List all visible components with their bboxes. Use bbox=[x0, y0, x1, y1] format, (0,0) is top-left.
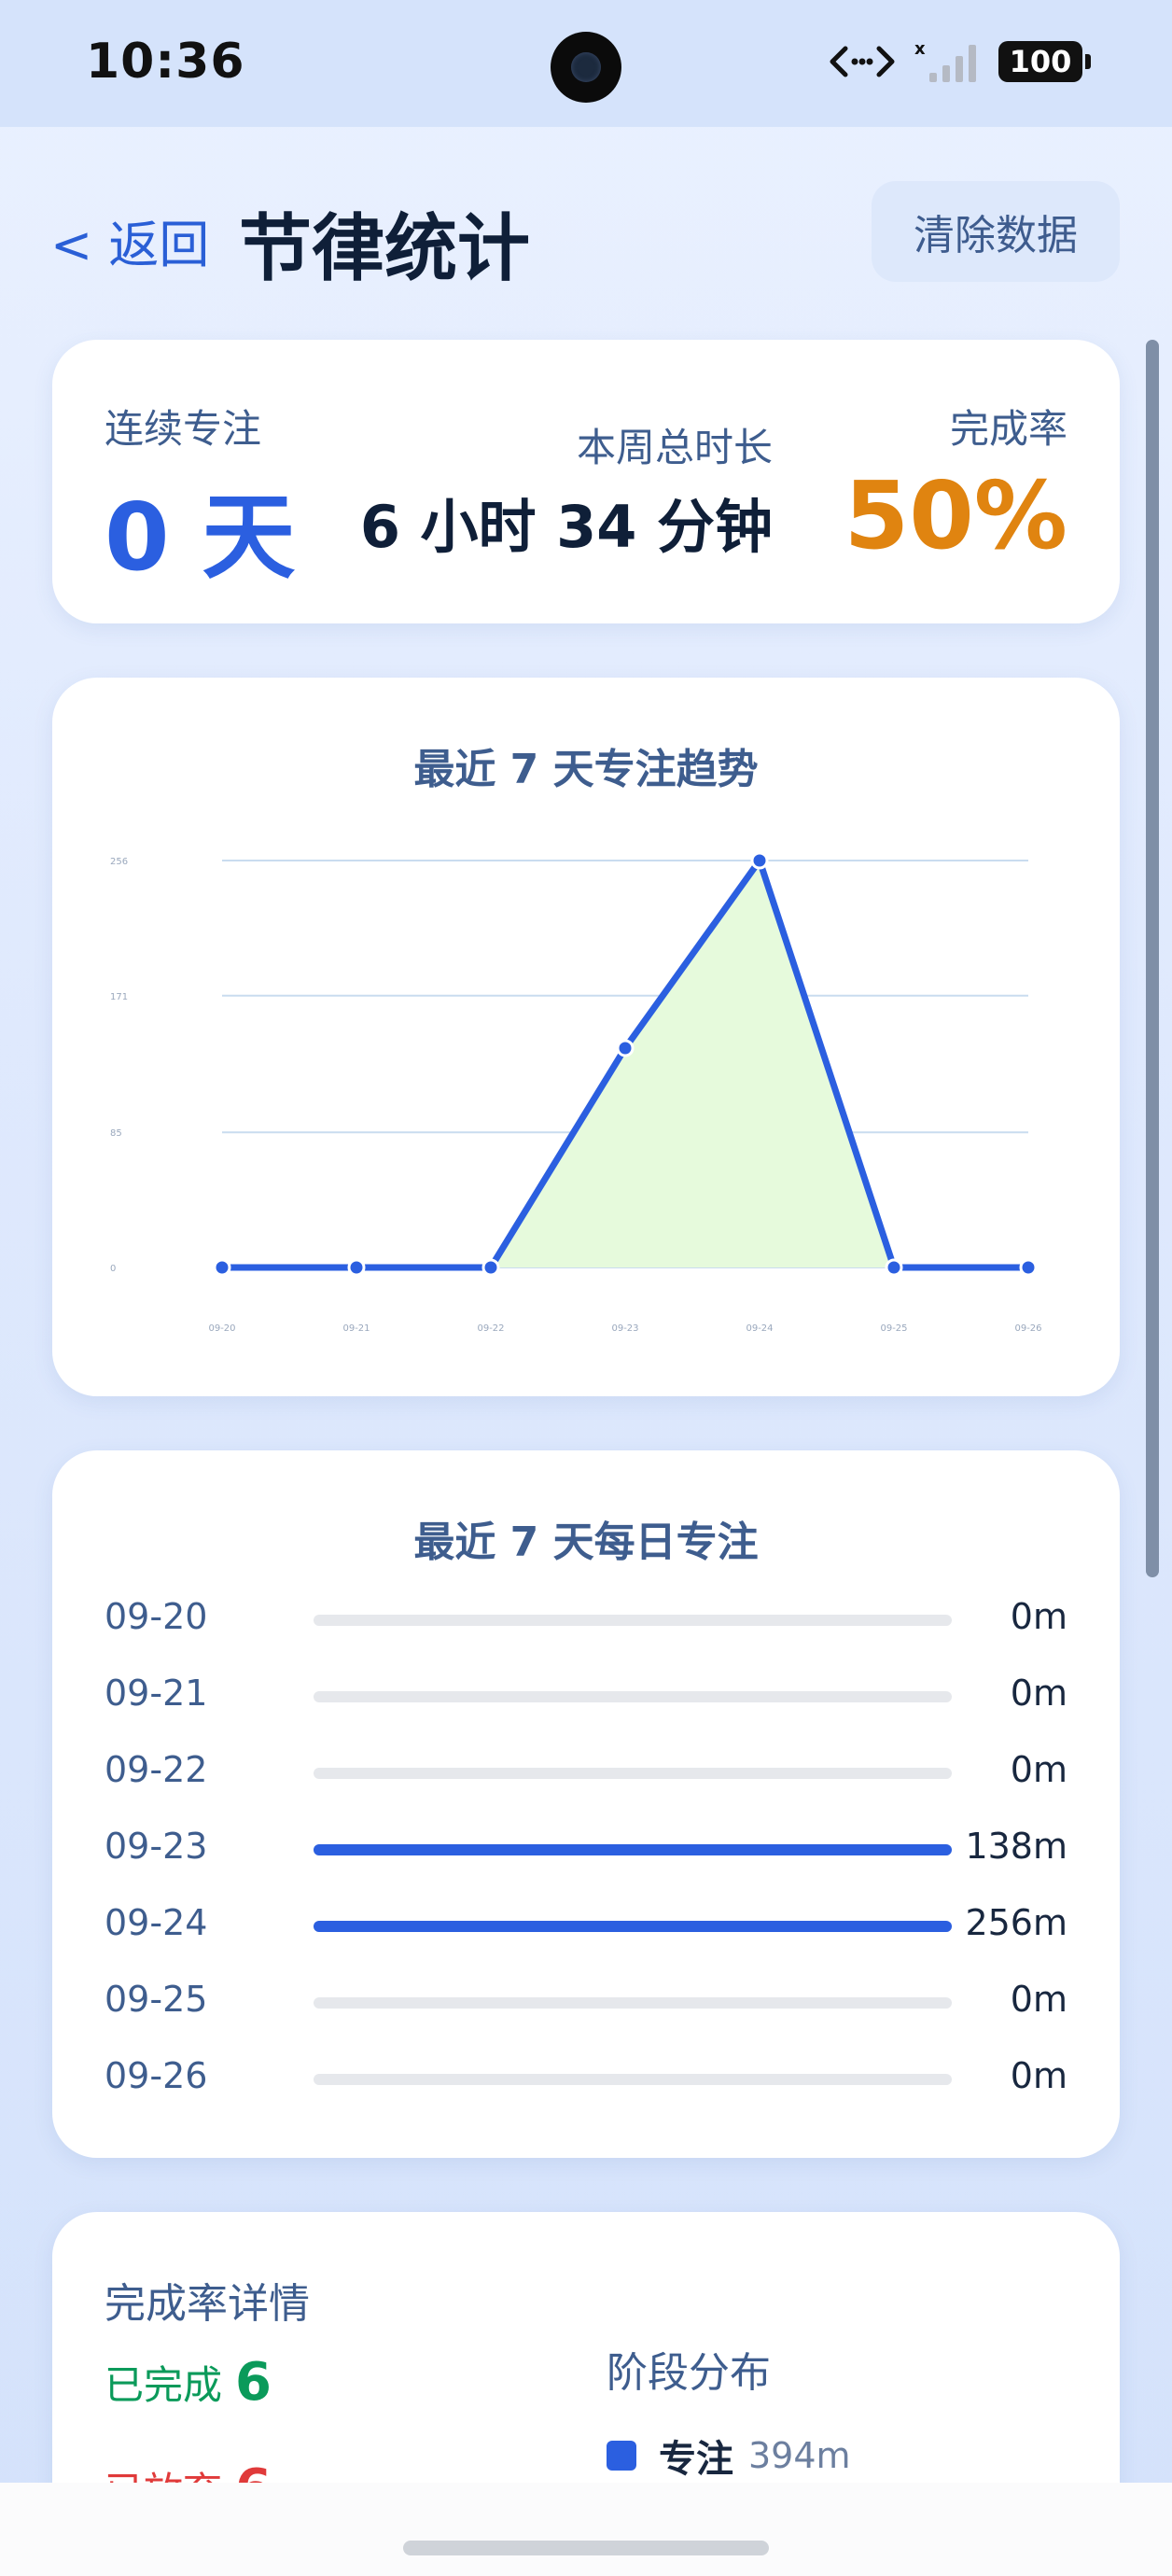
daily-value: 0m bbox=[1010, 1596, 1067, 1637]
daily-date: 09-26 bbox=[105, 2055, 208, 2096]
daily-value: 0m bbox=[1010, 1979, 1067, 2020]
daily-bar-track bbox=[314, 1768, 952, 1779]
y-tick-label: 0 bbox=[110, 1264, 116, 1274]
daily-date: 09-24 bbox=[105, 1902, 208, 1943]
data-point bbox=[885, 1258, 903, 1277]
daily-bar-fill bbox=[314, 1844, 952, 1855]
daily-value: 0m bbox=[1010, 2055, 1067, 2096]
data-point bbox=[1019, 1258, 1038, 1277]
daily-row: 09-21 0m bbox=[105, 1667, 1067, 1723]
daily-row: 09-26 0m bbox=[105, 2050, 1067, 2106]
daily-row: 09-24 256m bbox=[105, 1897, 1067, 1953]
x-tick-label: 09-26 bbox=[1014, 1323, 1041, 1334]
daily-date: 09-23 bbox=[105, 1826, 208, 1867]
completion-detail-title: 完成率详情 bbox=[105, 2280, 310, 2328]
status-bar: 10:36 x 100 bbox=[0, 0, 1172, 127]
completed-label: 已完成 bbox=[105, 2362, 223, 2408]
scrollbar[interactable] bbox=[1146, 340, 1159, 1577]
completion-rate-value: 50% bbox=[844, 461, 1067, 570]
daily-row: 09-25 0m bbox=[105, 1973, 1067, 2029]
daily-row: 09-20 0m bbox=[105, 1590, 1067, 1646]
page-title: 节律统计 bbox=[239, 207, 531, 291]
daily-bar-track bbox=[314, 1844, 952, 1855]
phase-name: 专注 bbox=[659, 2438, 733, 2481]
phase-legend-item: 专注 394m bbox=[607, 2429, 851, 2483]
daily-date: 09-21 bbox=[105, 1673, 208, 1714]
x-tick-label: 09-22 bbox=[477, 1323, 504, 1334]
daily-value: 138m bbox=[965, 1826, 1067, 1867]
area-fill bbox=[491, 861, 894, 1267]
y-tick-label: 256 bbox=[110, 857, 128, 867]
daily-focus-card: 最近 7 天每日专注 09-20 0m 09-21 0m 09-22 0m 09-23 138… bbox=[52, 1450, 1120, 2158]
y-tick-label: 85 bbox=[110, 1128, 122, 1139]
daily-bar-track bbox=[314, 1997, 952, 2009]
data-point bbox=[213, 1258, 231, 1277]
daily-date: 09-22 bbox=[105, 1749, 208, 1790]
daily-row: 09-22 0m bbox=[105, 1743, 1067, 1799]
navigation-bar bbox=[0, 2483, 1172, 2576]
battery-level: 100 bbox=[1009, 44, 1072, 79]
daily-focus-title: 最近 7 天每日专注 bbox=[413, 1519, 759, 1566]
status-icons: x 100 bbox=[829, 37, 1091, 86]
daily-bar-fill bbox=[314, 1921, 952, 1932]
daily-bar-track bbox=[314, 1691, 952, 1702]
daily-date: 09-25 bbox=[105, 1979, 208, 2020]
clear-data-button[interactable]: 清除数据 bbox=[872, 181, 1120, 282]
daily-value: 0m bbox=[1010, 1749, 1067, 1790]
home-indicator[interactable] bbox=[403, 2541, 769, 2555]
streak-value: 0 天 bbox=[105, 483, 296, 592]
x-tick-label: 09-21 bbox=[342, 1323, 370, 1334]
data-point bbox=[481, 1258, 500, 1277]
data-point bbox=[616, 1039, 635, 1057]
summary-card: 连续专注 0 天 本周总时长 6 小时 34 分钟 完成率 50% bbox=[52, 340, 1120, 623]
completed-stat: 已完成 6 bbox=[105, 2352, 272, 2413]
x-tick-label: 09-20 bbox=[208, 1323, 235, 1334]
trend-chart: 0 85 171 256 09-20 09-21 09-22 09-23 09-24 09-25 0… bbox=[110, 851, 1042, 1334]
daily-value: 0m bbox=[1010, 1673, 1067, 1714]
weekly-total-value: 6 小时 34 分钟 bbox=[359, 493, 773, 561]
trend-chart-card: 最近 7 天专注趋势 0 85 171 256 09-20 09-21 09-22 09-23… bbox=[52, 678, 1120, 1396]
data-point bbox=[750, 851, 769, 870]
svg-text:x: x bbox=[914, 39, 926, 59]
daily-date: 09-20 bbox=[105, 1596, 208, 1637]
y-tick-label: 171 bbox=[110, 992, 128, 1002]
streak-label: 连续专注 bbox=[105, 406, 262, 452]
back-button[interactable]: < 返回 bbox=[50, 203, 209, 277]
battery-icon: 100 bbox=[998, 41, 1091, 82]
x-tick-label: 09-24 bbox=[746, 1323, 773, 1334]
daily-row: 09-23 138m bbox=[105, 1820, 1067, 1876]
data-transfer-icon bbox=[830, 46, 895, 77]
daily-value: 256m bbox=[965, 1902, 1067, 1943]
daily-bar-track bbox=[314, 1615, 952, 1626]
page-header: < 返回 节律统计 清除数据 bbox=[0, 177, 1172, 291]
data-point bbox=[347, 1258, 366, 1277]
status-time: 10:36 bbox=[86, 34, 245, 90]
phase-distribution-title: 阶段分布 bbox=[607, 2349, 771, 2397]
camera-cutout bbox=[551, 32, 621, 103]
phase-value: 394m bbox=[748, 2435, 851, 2476]
daily-bar-track bbox=[314, 2074, 952, 2085]
x-tick-label: 09-23 bbox=[611, 1323, 638, 1334]
x-tick-label: 09-25 bbox=[880, 1323, 907, 1334]
completion-rate-label: 完成率 bbox=[949, 406, 1067, 452]
legend-swatch-icon bbox=[607, 2441, 636, 2471]
weekly-total-label: 本周总时长 bbox=[576, 425, 773, 470]
daily-bar-track bbox=[314, 1921, 952, 1932]
completed-value: 6 bbox=[235, 2352, 272, 2413]
signal-icon: x bbox=[914, 39, 976, 82]
